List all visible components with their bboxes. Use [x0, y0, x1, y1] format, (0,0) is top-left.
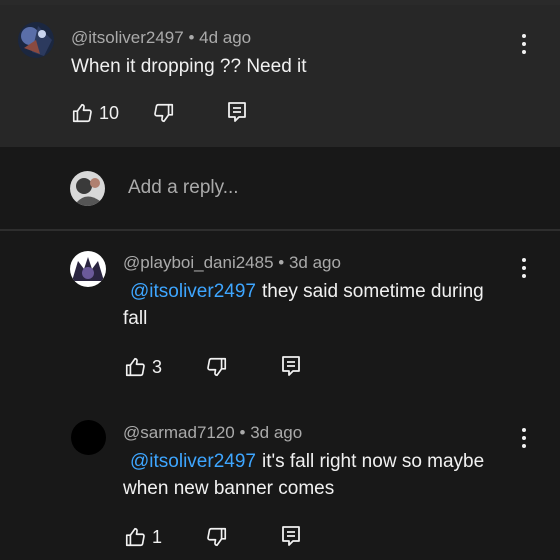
like-count: 10	[99, 102, 120, 123]
reply-author[interactable]: @sarmad7120	[123, 423, 235, 442]
avatar-playboi[interactable]	[70, 251, 106, 287]
avatar-itsoliver[interactable]	[18, 22, 54, 58]
reply-age: 3d ago	[250, 423, 303, 442]
reply-text-line1: they said sometime during	[261, 281, 484, 302]
reply-text-line2: when new banner comes	[123, 478, 335, 499]
reply-text-line2: fall	[123, 308, 148, 329]
reply-meta: @sarmad7120 • 3d ago	[123, 423, 302, 443]
reply-text: @itsoliver2497 it's fall right now so may…	[123, 448, 523, 502]
reply-age: 3d ago	[288, 253, 341, 272]
more-vert-icon[interactable]	[521, 258, 527, 278]
reply-icon	[281, 355, 301, 377]
dislike-button[interactable]	[206, 356, 228, 378]
meta-separator: •	[239, 423, 246, 442]
like-count: 1	[152, 526, 163, 547]
thumbs-down-icon	[206, 526, 228, 548]
avatar-sarmad[interactable]	[71, 420, 106, 455]
reply-icon	[227, 101, 247, 123]
meta-separator: •	[278, 253, 285, 272]
comment-author[interactable]: @itsoliver2497	[71, 28, 184, 47]
meta-separator: •	[188, 28, 195, 47]
dislike-button[interactable]	[206, 526, 228, 548]
reply-button[interactable]	[227, 101, 247, 123]
reply-input[interactable]: Add a reply...	[128, 177, 239, 199]
reply-text-line1: it's fall right now so maybe	[261, 451, 485, 472]
more-vert-icon[interactable]	[521, 34, 527, 54]
reply-icon	[281, 525, 301, 547]
thumbs-down-icon	[206, 356, 228, 378]
reply-button[interactable]	[281, 525, 301, 547]
like-button[interactable]: 3	[124, 356, 162, 378]
thumbs-up-icon	[124, 356, 146, 378]
like-count: 3	[152, 356, 163, 377]
comment-text: When it dropping ?? Need it	[71, 56, 307, 77]
section-divider	[0, 229, 560, 231]
avatar-current-user	[70, 171, 105, 206]
thumbs-down-icon	[153, 102, 175, 124]
thumbs-up-icon	[71, 102, 93, 124]
reply-button[interactable]	[281, 355, 301, 377]
reply-meta: @playboi_dani2485 • 3d ago	[123, 253, 341, 273]
reply-text: @itsoliver2497 they said sometime during …	[123, 278, 523, 332]
more-vert-icon[interactable]	[521, 428, 527, 448]
mention-link[interactable]: @itsoliver2497	[130, 451, 256, 472]
dislike-button[interactable]	[153, 102, 175, 124]
comment-meta: @itsoliver2497 • 4d ago	[71, 28, 251, 48]
like-button[interactable]: 1	[124, 526, 162, 548]
thumbs-up-icon	[124, 526, 146, 548]
mention-link[interactable]: @itsoliver2497	[130, 281, 256, 302]
like-button[interactable]: 10	[71, 102, 119, 124]
reply-author[interactable]: @playboi_dani2485	[123, 253, 274, 272]
comment-age: 4d ago	[199, 28, 252, 47]
